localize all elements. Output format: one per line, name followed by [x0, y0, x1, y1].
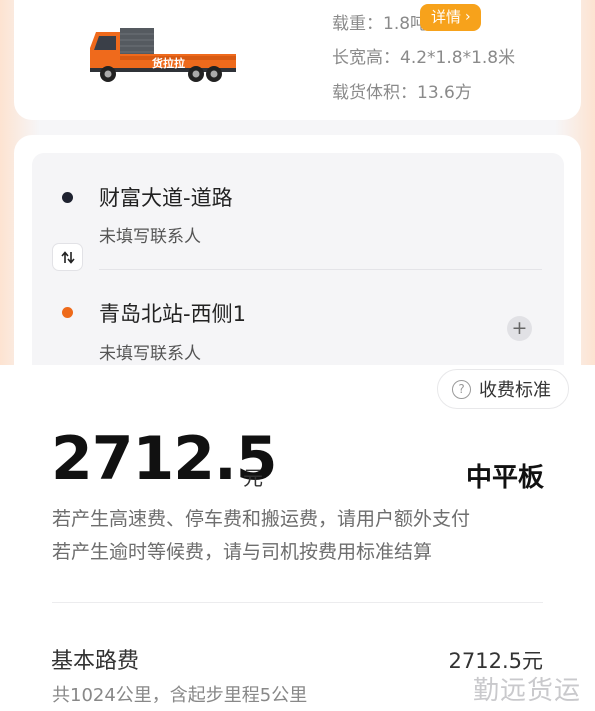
- vehicle-volume: 载货体积：13.6方: [332, 83, 472, 103]
- end-point-dot-icon: [62, 307, 73, 318]
- chevron-right-icon: ›: [465, 9, 471, 25]
- start-contact[interactable]: 未填写联系人: [99, 222, 201, 247]
- swap-icon: [60, 250, 75, 264]
- fee-note-waiting: 若产生逾时等候费，请与司机按费用标准结算: [52, 541, 433, 563]
- truck-image: 货拉拉: [90, 28, 236, 82]
- start-address[interactable]: 财富大道-道路: [99, 182, 233, 212]
- vehicle-dimensions: 长宽高：4.2*1.8*1.8米: [332, 48, 516, 68]
- detail-button-label: 详情: [431, 8, 462, 26]
- swap-route-button[interactable]: [52, 243, 83, 271]
- truck-brand-logo: 货拉拉: [151, 56, 185, 70]
- add-stop-button[interactable]: +: [507, 316, 532, 341]
- route-divider: [99, 269, 542, 270]
- end-address[interactable]: 青岛北站-西侧1: [99, 298, 246, 328]
- plus-icon: +: [511, 317, 528, 339]
- vehicle-type: 中平板: [465, 463, 544, 493]
- vehicle-detail-button[interactable]: 详情 ›: [420, 4, 481, 31]
- vehicle-load: 载重：1.8吨: [332, 14, 428, 34]
- end-contact[interactable]: 未填写联系人: [99, 339, 201, 364]
- fee-divider: [52, 602, 543, 603]
- fee-note-extra: 若产生高速费、停车费和搬运费，请用户额外支付: [52, 508, 471, 530]
- order-page: 货拉拉 载重：1.8吨 详情 › 长宽高：4.2*1.8*1.8米 载货体积：1…: [0, 0, 595, 711]
- watermark: 勤远货运: [472, 676, 581, 706]
- base-fee-detail: 共1024公里，含起步里程5公里: [52, 685, 308, 706]
- fee-standard-label: 收费标准: [479, 380, 551, 401]
- fee-sheet: ? 收费标准 2712.5 元 中平板 若产生高速费、停车费和搬运费，请用户额外…: [0, 365, 595, 711]
- start-point-dot-icon: [62, 192, 73, 203]
- base-fee-label: 基本路费: [51, 649, 140, 674]
- route-card: 财富大道-道路 未填写联系人 青岛北站-西侧1 未填写联系人 +: [14, 135, 581, 385]
- price-unit: 元: [243, 466, 263, 490]
- question-icon: ?: [452, 379, 471, 399]
- route-box: 财富大道-道路 未填写联系人 青岛北站-西侧1 未填写联系人 +: [32, 153, 564, 383]
- vehicle-card: 货拉拉 载重：1.8吨 详情 › 长宽高：4.2*1.8*1.8米 载货体积：1…: [14, 0, 581, 120]
- fee-standard-button[interactable]: ? 收费标准: [437, 369, 569, 409]
